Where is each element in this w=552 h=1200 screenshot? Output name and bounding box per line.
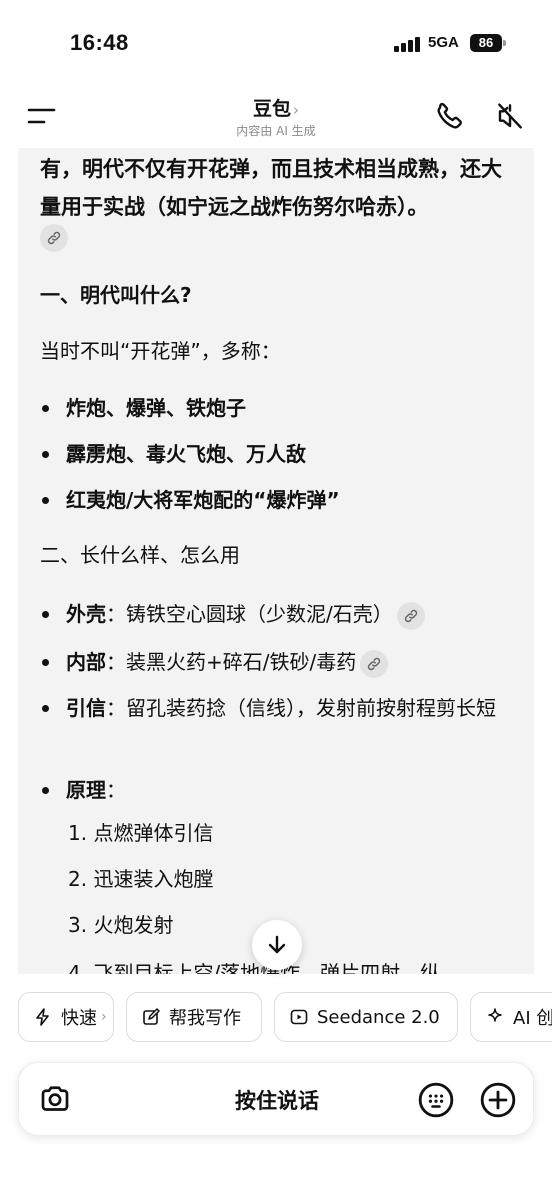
battery-tip [503,40,506,46]
section2-title: 二、长什么样、怎么用 [40,543,240,567]
principle-label: 原理 [66,778,106,802]
fuse-text: ：留孔装药捻（信线），发射前按射程剪长短 [106,696,496,720]
list-item: 霹雳炮、毒火飞炮、万人敌 [40,436,520,472]
network-label: 5GA [428,34,459,51]
ai-create-label: AI 创 [513,1008,552,1029]
message-intro: 有，明代不仅有开花弹，而且技术相当成熟，还大量用于实战（如宁远之战炸伤努尔哈赤）… [40,150,520,226]
seedance-chip[interactable]: Seedance 2.0 [274,992,458,1042]
section1-title: 一、明代叫什么? [40,283,192,307]
arrow-down-icon [268,935,286,954]
step-item: 1. 点燃弹体引信 [68,821,214,845]
hold-to-talk-button[interactable]: 按住说话 [19,1085,535,1115]
phone-icon[interactable] [434,100,466,132]
source-link[interactable] [40,224,68,252]
chat-header: 豆包 › 内容由 AI 生成 [0,88,552,148]
principle-colon: ： [106,778,126,802]
link-icon[interactable] [396,601,425,630]
link-icon[interactable] [360,649,389,678]
list-item: 引信：留孔装药捻（信线），发射前按射程剪长短 [40,690,520,726]
plus-icon[interactable] [479,1081,517,1119]
quick-actions: 快速 › 帮我写作 Seedance 2.0 AI 创 [18,992,552,1044]
battery-icon: 86 [470,34,502,52]
write-chip[interactable]: 帮我写作 [126,992,262,1042]
link-icon[interactable] [40,224,68,252]
list-item: 炸炮、爆弹、铁炮子 [40,390,520,426]
chevron-right-icon: › [293,101,299,119]
seedance-label: Seedance 2.0 [317,1006,440,1028]
ai-generated-notice: 内容由 AI 生成 [236,124,316,138]
shell-label: 外壳 [66,602,106,626]
section1-text: 当时不叫“开花弹”，多称： [40,339,281,363]
status-time: 16:48 [70,30,129,55]
list-item: 原理： [40,772,520,808]
input-bar: 按住说话 [18,1062,534,1136]
list-item: 红夷炮/大将军炮配的“爆炸弹” [40,482,520,518]
signal-icon [394,36,422,52]
ai-message-card: 有，明代不仅有开花弹，而且技术相当成熟，还大量用于实战（如宁远之战炸伤努尔哈赤）… [18,148,534,974]
fuse-label: 引信 [66,696,106,720]
keypad-icon[interactable] [417,1081,455,1119]
bot-name-label: 豆包 [252,98,291,120]
intro-text: 有，明代不仅有开花弹，而且技术相当成熟，还大量用于实战（如宁远之战炸伤努尔哈赤）… [40,157,502,219]
scroll-to-bottom-button[interactable] [252,920,302,970]
status-bar: 16:48 5GA 86 [0,0,552,90]
list-item: 外壳：铸铁空心圆球（少数泥/石壳） [40,596,520,632]
speaker-mute-icon[interactable] [494,100,526,132]
sparkle-icon [488,1008,502,1022]
ai-create-chip[interactable]: AI 创 [470,992,552,1042]
write-label: 帮我写作 [169,1008,241,1029]
inner-label: 内部 [66,650,106,674]
shell-text: ：铸铁空心圆球（少数泥/石壳） [106,602,393,626]
bot-name[interactable]: 豆包 › [0,94,552,121]
step-item: 4. 飞到目标上空/落地爆炸，弹片四射，纵 [68,961,441,974]
fast-mode-chip[interactable]: 快速 › [18,992,114,1042]
edit-icon [143,1008,160,1025]
lightning-icon [36,1008,49,1026]
step-item: 2. 迅速装入炮膛 [68,867,214,891]
step-item: 3. 火炮发射 [68,913,174,937]
fast-label: 快速 [61,1008,97,1029]
list-item: 内部：装黑火药+碎石/铁砂/毒药 [40,644,520,680]
video-icon [290,1009,308,1025]
inner-text: ：装黑火药+碎石/铁砂/毒药 [106,650,357,674]
chevron-right-icon: › [101,1009,107,1025]
